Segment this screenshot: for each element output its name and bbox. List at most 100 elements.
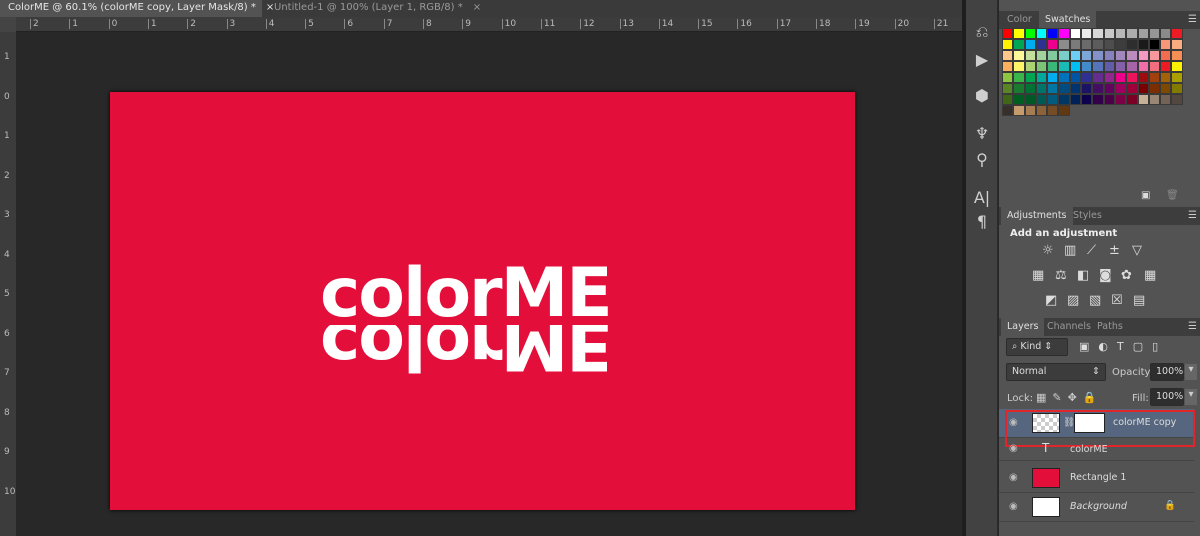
curves-icon[interactable]: ⟋: [1087, 243, 1096, 258]
swatch[interactable]: [1013, 94, 1025, 105]
swatch[interactable]: [1171, 50, 1183, 61]
swatch[interactable]: [1081, 28, 1093, 39]
swatch[interactable]: [1160, 61, 1172, 72]
swatch[interactable]: [1047, 83, 1059, 94]
panel-menu-icon[interactable]: ☰: [1188, 210, 1197, 221]
swatch[interactable]: [1069, 94, 1082, 105]
swatch[interactable]: [1024, 50, 1036, 61]
swatch[interactable]: [1058, 83, 1070, 94]
tab-colorme[interactable]: ColorME @ 60.1% (colorME copy, Layer Mas…: [0, 0, 274, 17]
swatch[interactable]: [1148, 83, 1161, 94]
swatch[interactable]: [1126, 28, 1138, 39]
swatch[interactable]: [1126, 61, 1138, 72]
swatch[interactable]: [1002, 39, 1014, 50]
swatch[interactable]: [1171, 28, 1183, 39]
eye-icon[interactable]: ◉: [1009, 501, 1018, 512]
swatch[interactable]: [1126, 50, 1138, 61]
color-lookup-icon[interactable]: ▦: [1144, 268, 1156, 283]
vertical-ruler[interactable]: 1 0 1 2 3 4 5 6 7 8 9 10: [0, 32, 16, 536]
swatch[interactable]: [1069, 50, 1082, 61]
color-balance-icon[interactable]: ⚖: [1055, 268, 1067, 283]
brush-presets-icon[interactable]: ♆: [966, 124, 998, 143]
photo-filter-icon[interactable]: ◙: [1099, 268, 1112, 283]
black-white-icon[interactable]: ◧: [1077, 268, 1089, 283]
swatch[interactable]: [1024, 83, 1036, 94]
selective-color-icon[interactable]: ☒: [1111, 293, 1123, 308]
eye-icon[interactable]: ◉: [1009, 472, 1018, 483]
swatch[interactable]: [1160, 50, 1172, 61]
swatch[interactable]: [1024, 72, 1036, 83]
swatch[interactable]: [1047, 28, 1059, 39]
swatch[interactable]: [1103, 28, 1115, 39]
swatch[interactable]: [1160, 39, 1172, 50]
tab-paths[interactable]: Paths: [1091, 318, 1129, 336]
vibrance-icon[interactable]: ▽: [1132, 243, 1142, 258]
3d-icon[interactable]: ⬢: [966, 86, 998, 105]
swatch[interactable]: [1058, 28, 1070, 39]
swatch[interactable]: [1047, 94, 1059, 105]
swatch[interactable]: [1002, 72, 1014, 83]
swatch[interactable]: [1002, 94, 1014, 105]
blend-mode-select[interactable]: Normal ⇕: [1006, 363, 1106, 381]
swatch[interactable]: [1092, 94, 1104, 105]
swatch[interactable]: [1092, 72, 1104, 83]
swatch[interactable]: [1081, 50, 1093, 61]
swatch[interactable]: [1092, 28, 1104, 39]
swatch[interactable]: [1114, 28, 1127, 39]
filter-kind-select[interactable]: ⌕ Kind ⇕: [1006, 338, 1068, 356]
swatch[interactable]: [1160, 72, 1172, 83]
tab-swatches[interactable]: Swatches: [1039, 11, 1097, 29]
swatch[interactable]: [1148, 28, 1161, 39]
exposure-icon[interactable]: ±: [1109, 243, 1120, 258]
ruler-origin[interactable]: [0, 17, 16, 32]
swatch[interactable]: [1160, 28, 1172, 39]
swatch[interactable]: [1024, 61, 1036, 72]
opacity-input[interactable]: 100%: [1150, 363, 1184, 381]
swatch[interactable]: [1069, 83, 1082, 94]
trash-icon[interactable]: 🗑: [1166, 190, 1179, 201]
clone-source-icon[interactable]: ⚲: [966, 150, 998, 169]
swatch[interactable]: [1069, 72, 1082, 83]
history-icon[interactable]: ⎌: [966, 22, 998, 42]
swatch[interactable]: [1058, 39, 1070, 50]
swatch[interactable]: [1137, 39, 1149, 50]
document-canvas[interactable]: colorME colorME: [110, 92, 855, 510]
tab-styles[interactable]: Styles: [1067, 207, 1108, 225]
swatch[interactable]: [1160, 83, 1172, 94]
horizontal-ruler[interactable]: 2 1 0 1 2 3 4 5 6 7 8 9 10 11 12 13 14 15 16 17 18 19 20 21: [16, 17, 962, 32]
hue-saturation-icon[interactable]: ▦: [1032, 268, 1044, 283]
swatch[interactable]: [1092, 39, 1104, 50]
swatch[interactable]: [1148, 61, 1161, 72]
swatch[interactable]: [1035, 94, 1048, 105]
swatch[interactable]: [1002, 105, 1014, 116]
gradient-map-icon[interactable]: ▤: [1133, 293, 1145, 308]
swatch[interactable]: [1114, 39, 1127, 50]
swatch[interactable]: [1114, 50, 1127, 61]
swatch[interactable]: [1013, 39, 1025, 50]
swatch[interactable]: [1092, 83, 1104, 94]
swatch[interactable]: [1137, 61, 1149, 72]
posterize-icon[interactable]: ▨: [1067, 293, 1079, 308]
layer-colorme[interactable]: ◉ T colorME: [999, 439, 1194, 461]
swatch[interactable]: [1103, 72, 1115, 83]
swatch[interactable]: [1035, 83, 1048, 94]
swatch[interactable]: [1035, 28, 1048, 39]
panel-menu-icon[interactable]: ☰: [1188, 14, 1197, 25]
swatch[interactable]: [1035, 39, 1048, 50]
swatch[interactable]: [1035, 50, 1048, 61]
swatch[interactable]: [1114, 61, 1127, 72]
swatch[interactable]: [1148, 50, 1161, 61]
tab-adjustments[interactable]: Adjustments: [1001, 207, 1073, 225]
swatch[interactable]: [1114, 94, 1127, 105]
swatch[interactable]: [1126, 83, 1138, 94]
swatch[interactable]: [1160, 94, 1172, 105]
swatch[interactable]: [1126, 72, 1138, 83]
swatch[interactable]: [1081, 61, 1093, 72]
invert-icon[interactable]: ◩: [1045, 293, 1057, 308]
swatch[interactable]: [1013, 50, 1025, 61]
swatch[interactable]: [1092, 50, 1104, 61]
swatch[interactable]: [1013, 28, 1025, 39]
swatch[interactable]: [1148, 94, 1161, 105]
swatch[interactable]: [1013, 61, 1025, 72]
swatch[interactable]: [1171, 83, 1183, 94]
